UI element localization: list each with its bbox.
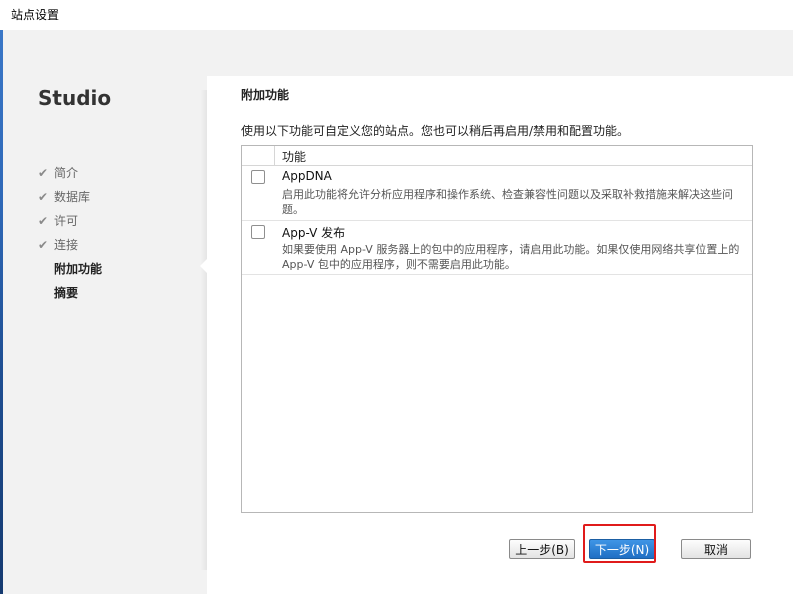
next-button[interactable]: 下一步(N) — [589, 539, 655, 559]
step-label: 附加功能 — [54, 262, 103, 276]
feature-name: AppDNA — [282, 169, 332, 183]
step-label: 连接 — [54, 238, 79, 252]
table-row-appdna: AppDNA 启用此功能将允许分析应用程序和操作系统、检查兼容性问题以及采取补救… — [242, 166, 752, 221]
page-title: 附加功能 — [241, 88, 290, 102]
step-licensing: ✔ 许可 — [38, 209, 102, 233]
table-header: 功能 — [242, 146, 752, 166]
step-list: ✔ 简介 ✔ 数据库 ✔ 许可 ✔ 连接 ✔ 附加功能 ✔ 摘要 — [38, 161, 102, 305]
feature-column-header: 功能 — [282, 150, 307, 164]
feature-description: 启用此功能将允许分析应用程序和操作系统、检查兼容性问题以及采取补救措施来解决这些… — [282, 188, 733, 216]
window-title: 站点设置 — [11, 8, 60, 22]
checkmark-icon: ✔ — [38, 190, 49, 204]
step-label: 数据库 — [54, 190, 91, 204]
step-label: 摘要 — [54, 286, 79, 300]
features-table: 功能 AppDNA 启用此功能将允许分析应用程序和操作系统、检查兼容性问题以及采… — [241, 145, 753, 513]
checkbox-column-header — [242, 146, 275, 165]
checkmark-icon: ✔ — [38, 214, 49, 228]
checkmark-icon: ✔ — [38, 238, 49, 252]
step-introduction: ✔ 简介 — [38, 161, 102, 185]
page-description: 使用以下功能可自定义您的站点。您也可以稍后再启用/禁用和配置功能。 — [241, 124, 630, 138]
step-label: 简介 — [54, 166, 79, 180]
content-panel: 附加功能 使用以下功能可自定义您的站点。您也可以稍后再启用/禁用和配置功能。 功… — [207, 76, 793, 594]
step-label: 许可 — [54, 214, 79, 228]
cancel-button[interactable]: 取消 — [681, 539, 751, 559]
app-title: Studio — [38, 86, 112, 110]
checkmark-icon: ✔ — [38, 166, 49, 180]
title-bar: 站点设置 — [0, 0, 793, 30]
step-additional-features: ✔ 附加功能 — [38, 257, 102, 281]
appdna-checkbox[interactable] — [251, 170, 265, 184]
appv-checkbox[interactable] — [251, 225, 265, 239]
feature-description: 如果要使用 App-V 服务器上的包中的应用程序，请启用此功能。如果仅使用网络共… — [282, 243, 740, 271]
step-database: ✔ 数据库 — [38, 185, 102, 209]
feature-name: App-V 发布 — [282, 226, 346, 240]
step-connection: ✔ 连接 — [38, 233, 102, 257]
step-summary: ✔ 摘要 — [38, 281, 102, 305]
current-step-pointer-icon — [200, 259, 207, 273]
table-row-appv: App-V 发布 如果要使用 App-V 服务器上的包中的应用程序，请启用此功能… — [242, 221, 752, 275]
sidebar: Studio ✔ 简介 ✔ 数据库 ✔ 许可 ✔ 连接 ✔ 附加功能 ✔ 摘要 — [3, 30, 205, 594]
back-button[interactable]: 上一步(B) — [509, 539, 575, 559]
